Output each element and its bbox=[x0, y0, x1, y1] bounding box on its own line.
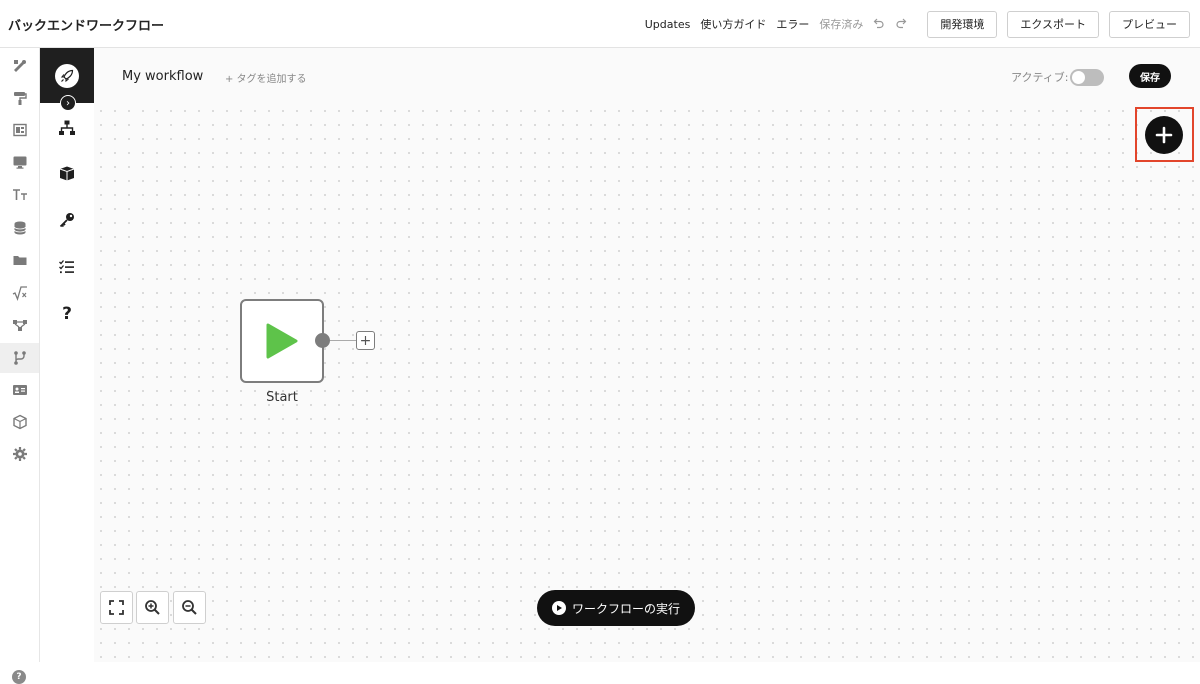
text-icon[interactable] bbox=[10, 185, 30, 205]
id-card-icon[interactable] bbox=[10, 380, 30, 400]
network-icon[interactable] bbox=[10, 315, 30, 335]
toggle-knob bbox=[1072, 71, 1085, 84]
folder-icon[interactable] bbox=[10, 250, 30, 270]
sitemap-icon[interactable] bbox=[55, 116, 79, 140]
fullscreen-icon bbox=[109, 600, 124, 615]
redo-icon[interactable] bbox=[895, 17, 907, 32]
play-circle-icon bbox=[551, 601, 566, 615]
save-button[interactable]: 保存 bbox=[1129, 64, 1171, 88]
database-icon[interactable] bbox=[10, 218, 30, 238]
zoom-in-icon bbox=[145, 600, 160, 615]
app-title: バックエンドワークフロー bbox=[8, 19, 165, 34]
active-toggle[interactable] bbox=[1070, 69, 1104, 86]
fit-view-button[interactable] bbox=[100, 591, 133, 624]
workflow-branch-icon[interactable] bbox=[10, 348, 30, 368]
active-label: アクティブ: bbox=[1011, 71, 1069, 84]
checklist-icon[interactable] bbox=[55, 255, 79, 279]
workflow-panel: › ? bbox=[40, 48, 94, 662]
box-icon[interactable] bbox=[55, 161, 79, 185]
run-workflow-button[interactable]: ワークフローの実行 bbox=[537, 590, 695, 626]
paint-roller-icon[interactable] bbox=[10, 88, 30, 108]
key-icon[interactable] bbox=[55, 208, 79, 232]
add-tag-link[interactable]: + タグを追加する bbox=[225, 70, 307, 85]
design-icon[interactable] bbox=[10, 56, 30, 76]
play-icon bbox=[266, 323, 298, 359]
zoom-in-button[interactable] bbox=[136, 591, 169, 624]
rocket-icon bbox=[55, 63, 79, 88]
export-button[interactable]: エクスポート bbox=[1007, 10, 1099, 38]
top-bar: バックエンドワークフロー Updates 使い方ガイド エラー 保存済み 開発環… bbox=[0, 0, 1200, 48]
start-node[interactable] bbox=[240, 299, 324, 383]
node-connector-line bbox=[330, 340, 356, 341]
preview-button[interactable]: プレビュー bbox=[1109, 10, 1190, 38]
errors-link[interactable]: エラー bbox=[776, 16, 809, 32]
zoom-out-icon bbox=[182, 600, 197, 615]
node-output-handle[interactable] bbox=[315, 333, 330, 348]
cube-icon[interactable] bbox=[10, 412, 30, 432]
save-status: 保存済み bbox=[819, 18, 864, 31]
question-icon[interactable]: ? bbox=[55, 302, 79, 326]
plus-icon bbox=[1155, 126, 1173, 144]
workflow-name[interactable]: My workflow bbox=[122, 69, 203, 84]
guide-link[interactable]: 使い方ガイド bbox=[700, 16, 766, 32]
add-next-node-button[interactable]: + bbox=[356, 331, 375, 350]
add-node-button[interactable] bbox=[1145, 116, 1183, 154]
zoom-out-button[interactable] bbox=[173, 591, 206, 624]
left-rail: ? bbox=[0, 48, 40, 684]
layout-icon[interactable] bbox=[10, 120, 30, 140]
dev-env-button[interactable]: 開発環境 bbox=[927, 10, 998, 38]
desktop-icon[interactable] bbox=[10, 152, 30, 172]
updates-link[interactable]: Updates bbox=[645, 18, 691, 31]
run-workflow-label: ワークフローの実行 bbox=[571, 601, 680, 616]
panel-expand-chevron-icon[interactable]: › bbox=[60, 95, 76, 111]
workflow-header: My workflow + タグを追加する アクティブ: 保存 bbox=[94, 48, 1200, 104]
formula-icon[interactable] bbox=[10, 283, 30, 303]
undo-icon[interactable] bbox=[873, 17, 885, 32]
gear-icon[interactable] bbox=[10, 444, 30, 464]
start-node-label: Start bbox=[266, 390, 298, 405]
help-circle-icon[interactable]: ? bbox=[12, 670, 26, 684]
top-actions: Updates 使い方ガイド エラー 保存済み 開発環境 エクスポート プレビュ… bbox=[645, 10, 1190, 38]
